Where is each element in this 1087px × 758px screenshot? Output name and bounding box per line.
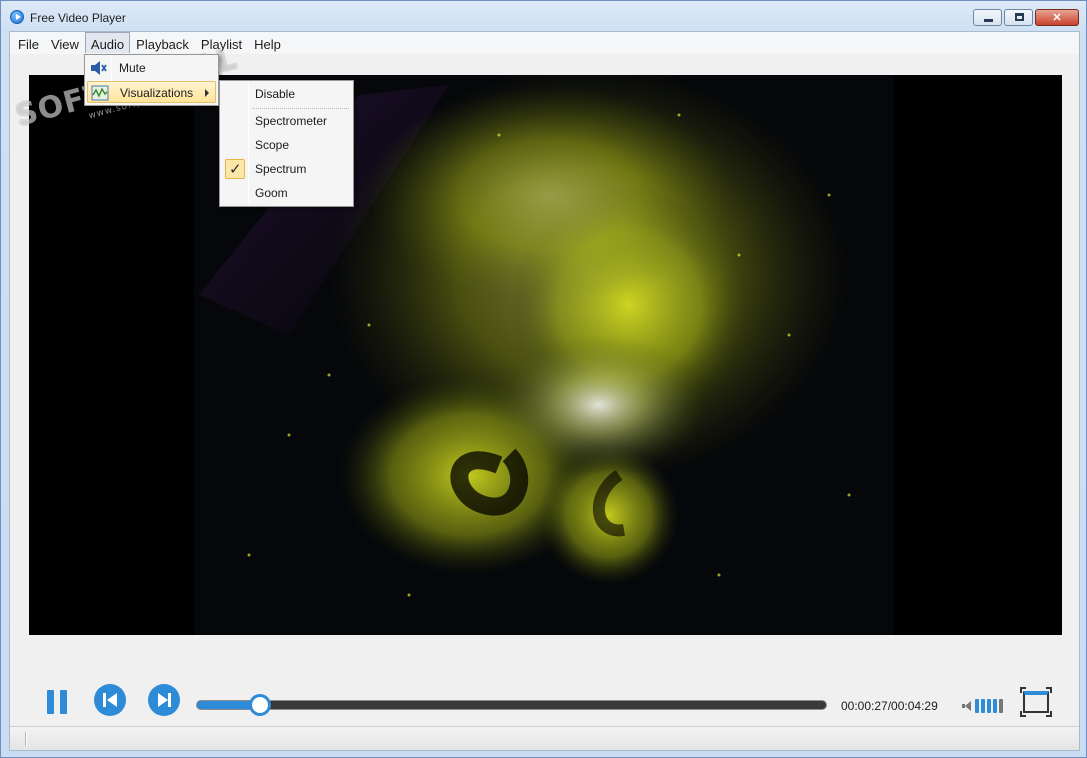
next-icon <box>158 693 168 707</box>
vis-item-label: Spectrum <box>255 162 307 176</box>
maximize-icon <box>1015 13 1024 21</box>
volume-bar <box>999 699 1003 713</box>
status-grip <box>25 732 27 746</box>
client-area: File View Audio Playback Playlist Help M… <box>9 31 1080 751</box>
maximize-button[interactable] <box>1004 9 1033 26</box>
checkmark-icon: ✓ <box>225 159 245 179</box>
vis-item-spectrometer[interactable]: Spectrometer <box>222 110 351 132</box>
app-window: Free Video Player ✕ File View Audio Play… <box>0 0 1087 758</box>
title-bar[interactable]: Free Video Player ✕ <box>1 1 1086 31</box>
volume-icon[interactable] <box>962 700 974 712</box>
previous-button[interactable] <box>94 684 126 716</box>
minimize-icon <box>984 19 993 22</box>
vis-item-label: Disable <box>255 87 296 101</box>
volume-bar <box>993 699 997 713</box>
vis-item-label: Goom <box>255 186 288 200</box>
volume-bar <box>975 699 979 713</box>
audio-menu-dropdown: Mute Visualizations <box>84 54 219 106</box>
minimize-button[interactable] <box>973 9 1002 26</box>
menu-playback[interactable]: Playback <box>130 32 195 53</box>
video-area[interactable] <box>29 75 1062 635</box>
volume-bar <box>987 699 991 713</box>
playback-controls: 00:00:27/00:04:29 <box>10 638 1079 726</box>
window-title: Free Video Player <box>30 11 126 25</box>
seek-thumb[interactable] <box>248 694 271 716</box>
menu-separator <box>252 108 349 109</box>
volume-slider[interactable] <box>975 697 1005 713</box>
pause-button[interactable] <box>43 686 75 718</box>
menu-bar: File View Audio Playback Playlist Help <box>10 32 1079 54</box>
close-button[interactable]: ✕ <box>1035 9 1079 26</box>
vis-item-disable[interactable]: Disable <box>222 83 351 105</box>
vis-item-label: Scope <box>255 138 290 152</box>
menu-help[interactable]: Help <box>248 32 287 53</box>
visualizations-label: Visualizations <box>120 86 194 100</box>
menu-playlist[interactable]: Playlist <box>195 32 248 53</box>
mute-label: Mute <box>119 61 146 75</box>
vis-item-scope[interactable]: Scope <box>222 134 351 156</box>
fullscreen-button[interactable] <box>1020 687 1052 717</box>
menu-item-visualizations[interactable]: Visualizations <box>87 81 216 103</box>
time-display: 00:00:27/00:04:29 <box>841 699 938 713</box>
menu-item-mute[interactable]: Mute <box>87 57 216 79</box>
menu-file[interactable]: File <box>12 32 45 53</box>
visualizations-submenu: Disable Spectrometer Scope ✓ Spectrum Go… <box>219 80 354 207</box>
next-button[interactable] <box>148 684 180 716</box>
app-logo-icon <box>10 10 24 24</box>
fullscreen-icon <box>1023 691 1049 713</box>
status-bar <box>10 726 1079 750</box>
previous-icon <box>103 693 106 707</box>
submenu-arrow-icon <box>205 89 209 97</box>
vis-item-label: Spectrometer <box>255 114 328 128</box>
visualization-icon <box>91 85 109 101</box>
seek-bar[interactable] <box>196 694 827 716</box>
menu-audio[interactable]: Audio <box>84 32 131 53</box>
audio-visualization <box>194 75 894 635</box>
vis-item-spectrum[interactable]: ✓ Spectrum <box>222 158 351 180</box>
volume-bar <box>981 699 985 713</box>
menu-view[interactable]: View <box>45 32 85 53</box>
vis-item-goom[interactable]: Goom <box>222 182 351 204</box>
close-icon: ✕ <box>1052 12 1062 24</box>
speaker-mute-icon <box>91 61 107 75</box>
